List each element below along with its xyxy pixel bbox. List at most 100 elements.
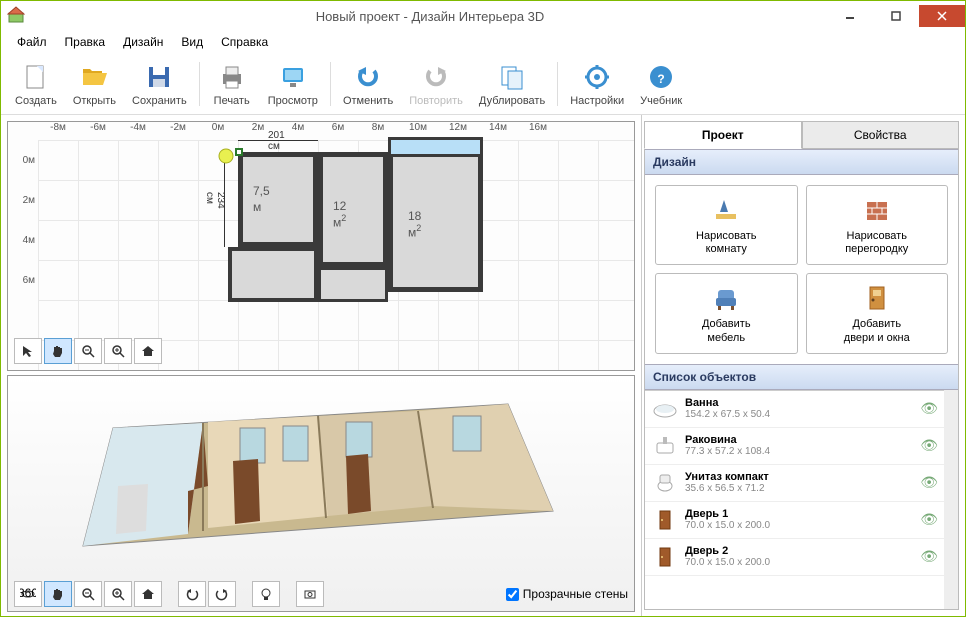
room-1[interactable] [238, 152, 318, 247]
home-3d-button[interactable] [134, 581, 162, 607]
sink-icon [651, 432, 679, 460]
tab-properties[interactable]: Свойства [802, 121, 960, 149]
object-dimensions: 154.2 x 67.5 x 50.4 [685, 409, 920, 420]
brick-wall-icon [861, 194, 893, 226]
redo-button[interactable]: Повторить [401, 59, 471, 109]
camera-button[interactable] [296, 581, 324, 607]
room-5[interactable] [318, 267, 388, 302]
pointer-tool-button[interactable] [14, 338, 42, 364]
balcony[interactable] [388, 137, 483, 157]
orbit-button[interactable]: 360 [14, 581, 42, 607]
minimize-button[interactable] [827, 5, 873, 27]
object-name: Ванна [685, 397, 920, 409]
preview-button[interactable]: Просмотр [260, 59, 326, 109]
visibility-toggle[interactable]: 👁 [920, 548, 938, 565]
maximize-button[interactable] [873, 5, 919, 27]
object-list[interactable]: Ванна154.2 x 67.5 x 50.4👁Раковина77.3 x … [645, 390, 944, 609]
toilet-icon [651, 469, 679, 497]
home-button[interactable] [134, 338, 162, 364]
gear-icon [581, 61, 613, 93]
armchair-icon [710, 282, 742, 314]
pan-3d-button[interactable] [44, 581, 72, 607]
3d-render [8, 376, 628, 576]
bath-icon [651, 395, 679, 423]
room-3[interactable] [388, 152, 483, 292]
transparent-walls-checkbox[interactable]: Прозрачные стены [506, 587, 628, 601]
object-dimensions: 35.6 x 56.5 x 71.2 [685, 483, 920, 494]
rotate-ccw-button[interactable] [178, 581, 206, 607]
room-4[interactable] [228, 247, 318, 302]
create-button[interactable]: Создать [7, 59, 65, 109]
object-item[interactable]: Дверь 270.0 x 15.0 x 200.0👁 [645, 539, 944, 576]
settings-button[interactable]: Настройки [562, 59, 632, 109]
room-2[interactable] [318, 152, 388, 267]
zoom-out-3d-button[interactable] [74, 581, 102, 607]
object-dimensions: 77.3 x 57.2 x 108.4 [685, 446, 920, 457]
section-design-header: Дизайн [645, 149, 958, 175]
light-button[interactable] [252, 581, 280, 607]
object-item[interactable]: Раковина77.3 x 57.2 x 108.4👁 [645, 428, 944, 465]
svg-text:?: ? [657, 72, 664, 86]
tab-project[interactable]: Проект [644, 121, 802, 149]
zoom-in-button[interactable] [104, 338, 132, 364]
duplicate-icon [496, 61, 528, 93]
view2d-tools [14, 338, 162, 364]
section-objects-header: Список объектов [645, 364, 958, 390]
add-furniture-button[interactable]: Добавить мебель [655, 273, 798, 353]
view-2d[interactable]: -8м-6м-4м-2м0м2м4м6м8м10м12м14м16м 0м2м4… [7, 121, 635, 371]
print-button[interactable]: Печать [204, 59, 260, 109]
door-icon [651, 543, 679, 571]
room-label-1: 7,5 м [253, 182, 270, 214]
close-button[interactable] [919, 5, 965, 27]
rotate-cw-button[interactable] [208, 581, 236, 607]
ruler-horizontal: -8м-6м-4м-2м0м2м4м6м8м10м12м14м16м [38, 122, 634, 140]
duplicate-button[interactable]: Дублировать [471, 59, 553, 109]
main-toolbar: Создать Открыть Сохранить Печать Просмот… [1, 53, 965, 115]
zoom-out-button[interactable] [74, 338, 102, 364]
dimension-width: 201 см [268, 130, 285, 152]
dimension-height: 234 см [204, 192, 226, 209]
zoom-in-3d-button[interactable] [104, 581, 132, 607]
visibility-toggle[interactable]: 👁 [920, 400, 938, 417]
visibility-toggle[interactable]: 👁 [920, 474, 938, 491]
window-title: Новый проект - Дизайн Интерьера 3D [33, 9, 827, 24]
monitor-icon [277, 61, 309, 93]
door-icon [861, 282, 893, 314]
view-3d[interactable]: 360 Прозрачные стены [7, 375, 635, 612]
draw-room-button[interactable]: Нарисовать комнату [655, 185, 798, 265]
menu-edit[interactable]: Правка [57, 33, 114, 51]
object-name: Дверь 1 [685, 508, 920, 520]
object-item[interactable]: Унитаз компакт35.6 x 56.5 x 71.2👁 [645, 465, 944, 502]
object-item[interactable]: Дверь 170.0 x 15.0 x 200.0👁 [645, 502, 944, 539]
object-dimensions: 70.0 x 15.0 x 200.0 [685, 520, 920, 531]
menu-help[interactable]: Справка [213, 33, 276, 51]
folder-open-icon [78, 61, 110, 93]
undo-icon [352, 61, 384, 93]
scrollbar[interactable] [944, 390, 958, 609]
save-icon [143, 61, 175, 93]
tutorial-button[interactable]: ?Учебник [632, 59, 690, 109]
undo-button[interactable]: Отменить [335, 59, 401, 109]
draw-partition-button[interactable]: Нарисовать перегородку [806, 185, 949, 265]
right-tabs: Проект Свойства [644, 121, 959, 149]
object-name: Раковина [685, 434, 920, 446]
open-button[interactable]: Открыть [65, 59, 124, 109]
visibility-toggle[interactable]: 👁 [920, 511, 938, 528]
menu-view[interactable]: Вид [173, 33, 211, 51]
file-new-icon [20, 61, 52, 93]
room-label-3: 18 м2 [408, 207, 421, 240]
printer-icon [216, 61, 248, 93]
object-item[interactable]: Ванна154.2 x 67.5 x 50.4👁 [645, 391, 944, 428]
app-icon [7, 6, 27, 26]
redo-icon [420, 61, 452, 93]
visibility-toggle[interactable]: 👁 [920, 437, 938, 454]
pencil-ruler-icon [710, 194, 742, 226]
help-icon: ? [645, 61, 677, 93]
save-button[interactable]: Сохранить [124, 59, 195, 109]
add-doors-windows-button[interactable]: Добавить двери и окна [806, 273, 949, 353]
menu-design[interactable]: Дизайн [115, 33, 171, 51]
menu-file[interactable]: Файл [9, 33, 55, 51]
ruler-vertical: 0м2м4м6м [8, 140, 38, 300]
titlebar: Новый проект - Дизайн Интерьера 3D [1, 1, 965, 31]
pan-tool-button[interactable] [44, 338, 72, 364]
